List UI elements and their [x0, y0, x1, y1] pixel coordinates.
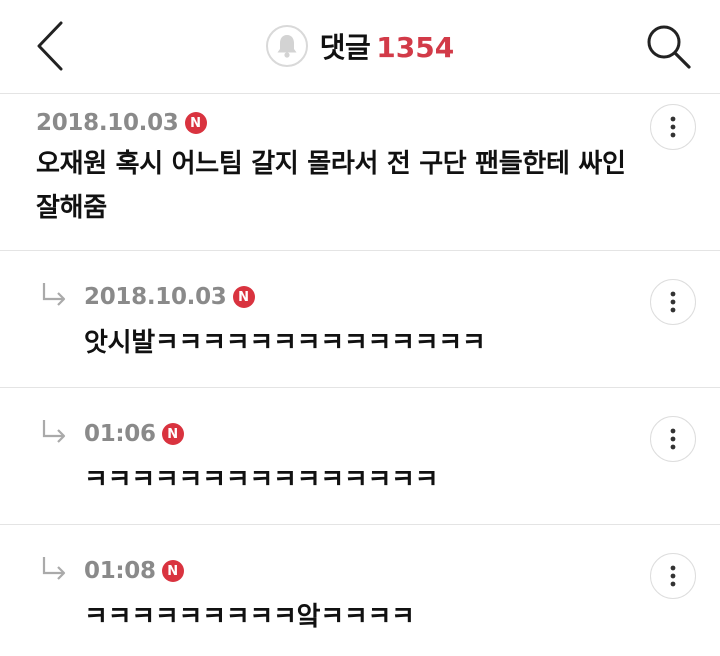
comment-text-line: ㅋㅋㅋㅋㅋㅋㅋㅋㅋ앜ㅋㅋㅋㅋ — [84, 602, 415, 632]
comment-date: 01:08 — [84, 558, 156, 584]
comment-text-line: 오재원 혹시 어느팀 갈지 몰라서 전 구단 팬들한테 싸인 — [36, 149, 626, 179]
reply-item: 2018.10.03 N 앗시발ㅋㅋㅋㅋㅋㅋㅋㅋㅋㅋㅋㅋㅋㅋ — [0, 251, 720, 388]
top-header: 댓글 1354 — [0, 0, 720, 94]
page-title-label: 댓글 — [319, 31, 371, 64]
comment-text-line: 앗시발ㅋㅋㅋㅋㅋㅋㅋㅋㅋㅋㅋㅋㅋㅋ — [84, 328, 486, 358]
more-vertical-icon — [670, 428, 676, 450]
reply-arrow-icon — [42, 420, 66, 443]
more-vertical-icon — [670, 116, 676, 138]
comment-text: ㅋㅋㅋㅋㅋㅋㅋㅋㅋㅋㅋㅋㅋㅋㅋ — [84, 458, 644, 502]
comment-meta: 01:08 N — [84, 558, 184, 584]
page-title: 댓글 1354 — [320, 26, 454, 66]
new-badge: N — [184, 112, 207, 134]
reply-arrow-icon — [42, 283, 66, 306]
header-title-group: 댓글 1354 — [0, 22, 720, 70]
comment-text-line: ㅋㅋㅋㅋㅋㅋㅋㅋㅋㅋㅋㅋㅋㅋㅋ — [84, 465, 439, 495]
comment-date: 2018.10.03 — [36, 110, 179, 136]
comment-meta: 01:06 N — [84, 421, 184, 447]
comment-count: 1354 — [376, 31, 455, 64]
new-badge: N — [232, 286, 255, 308]
more-options-button[interactable] — [650, 104, 696, 150]
more-vertical-icon — [670, 291, 676, 313]
comment-text: 앗시발ㅋㅋㅋㅋㅋㅋㅋㅋㅋㅋㅋㅋㅋㅋ — [84, 321, 644, 365]
reply-item: 01:08 N ㅋㅋㅋㅋㅋㅋㅋㅋㅋ앜ㅋㅋㅋㅋ — [0, 525, 720, 656]
comment-date: 2018.10.03 — [84, 284, 227, 310]
notification-toggle[interactable] — [265, 25, 308, 67]
reply-arrow-icon — [42, 557, 66, 580]
reply-item: 01:06 N ㅋㅋㅋㅋㅋㅋㅋㅋㅋㅋㅋㅋㅋㅋㅋ — [0, 388, 720, 525]
comment-item: 2018.10.03 N 오재원 혹시 어느팀 갈지 몰라서 전 구단 팬들한테… — [0, 94, 720, 251]
new-badge: N — [161, 423, 184, 445]
comment-text-line: 잘해줌 — [36, 193, 107, 223]
more-vertical-icon — [670, 565, 676, 587]
comment-meta: 2018.10.03 N — [36, 110, 207, 136]
comment-date: 01:06 — [84, 421, 156, 447]
comment-text: 오재원 혹시 어느팀 갈지 몰라서 전 구단 팬들한테 싸인 잘해줌 — [36, 142, 656, 230]
comment-meta: 2018.10.03 N — [84, 284, 255, 310]
more-options-button[interactable] — [650, 553, 696, 599]
more-options-button[interactable] — [650, 279, 696, 325]
more-options-button[interactable] — [650, 416, 696, 462]
search-icon — [647, 25, 691, 69]
search-button[interactable] — [638, 14, 698, 78]
comment-text: ㅋㅋㅋㅋㅋㅋㅋㅋㅋ앜ㅋㅋㅋㅋ — [84, 595, 644, 639]
bell-icon — [277, 35, 297, 58]
new-badge: N — [161, 560, 184, 582]
